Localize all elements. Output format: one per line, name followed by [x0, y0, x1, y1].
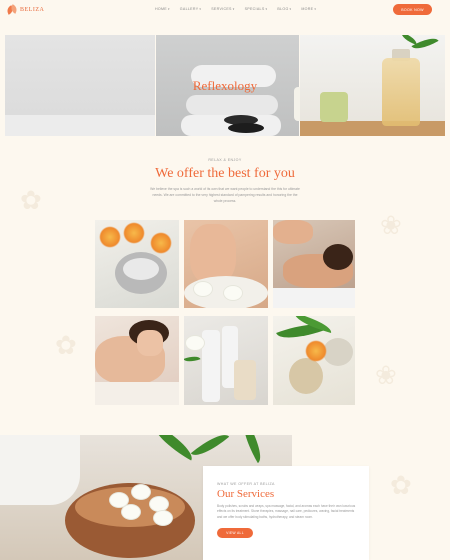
intro-title: We offer the best for you [155, 166, 295, 181]
chevron-down-icon: ▾ [265, 7, 268, 11]
nav-item-home[interactable]: HOME▾ [155, 7, 170, 11]
book-now-button[interactable]: BOOK NOW [393, 4, 432, 15]
services-text: Body polishes, scrubs and wraps, spa mas… [217, 504, 356, 519]
nav-item-gallery[interactable]: GALLERY▾ [180, 7, 201, 11]
services-eyebrow: WHAT WE OFFER AT BELIZA [217, 482, 275, 486]
nav-item-services[interactable]: SERVICES▾ [211, 7, 234, 11]
floral-decoration: ✿ [20, 185, 42, 215]
services-title: Our Services [217, 488, 275, 500]
lotus-icon [6, 5, 18, 15]
floral-decoration: ✿ [55, 330, 77, 360]
brand-name: BELIZA [20, 7, 45, 13]
nav-item-more[interactable]: MORE▾ [301, 7, 316, 11]
gallery-image-lily-salt[interactable] [95, 220, 179, 308]
nav-item-blog[interactable]: BLOG▾ [277, 7, 291, 11]
site-header: BELIZA HOME▾ GALLERY▾ SERVICES▾ SPECIALS… [0, 0, 450, 22]
gallery-image-relaxing-woman[interactable] [95, 316, 179, 405]
chevron-down-icon: ▾ [232, 7, 235, 11]
chevron-down-icon: ▾ [314, 7, 317, 11]
floral-decoration: ✿ [390, 470, 412, 500]
intro-text: We believe the spa is such a world of it… [150, 187, 300, 203]
floral-decoration: ❀ [375, 360, 397, 390]
intro-eyebrow: RELAX & ENJOY [208, 158, 242, 162]
services-card: WHAT WE OFFER AT BELIZA Our Services Bod… [203, 466, 369, 560]
chevron-down-icon: ▾ [289, 7, 292, 11]
nav-item-specials[interactable]: SPECIALS▾ [245, 7, 268, 11]
gallery-image-back-massage[interactable] [273, 220, 355, 308]
gallery-image-herbal-compress[interactable] [273, 316, 355, 405]
view-all-button[interactable]: VIEW ALL [217, 528, 253, 538]
brand-logo[interactable]: BELIZA [6, 5, 44, 15]
main-nav: HOME▾ GALLERY▾ SERVICES▾ SPECIALS▾ BLOG▾… [155, 7, 316, 11]
floral-decoration: ❀ [380, 210, 402, 240]
gallery-image-oil-bottles[interactable] [184, 316, 268, 405]
chevron-down-icon: ▾ [167, 7, 170, 11]
gallery-image-foot-soak[interactable] [184, 220, 268, 308]
chevron-down-icon: ▾ [199, 7, 202, 11]
hero-title: Reflexology [192, 78, 258, 93]
